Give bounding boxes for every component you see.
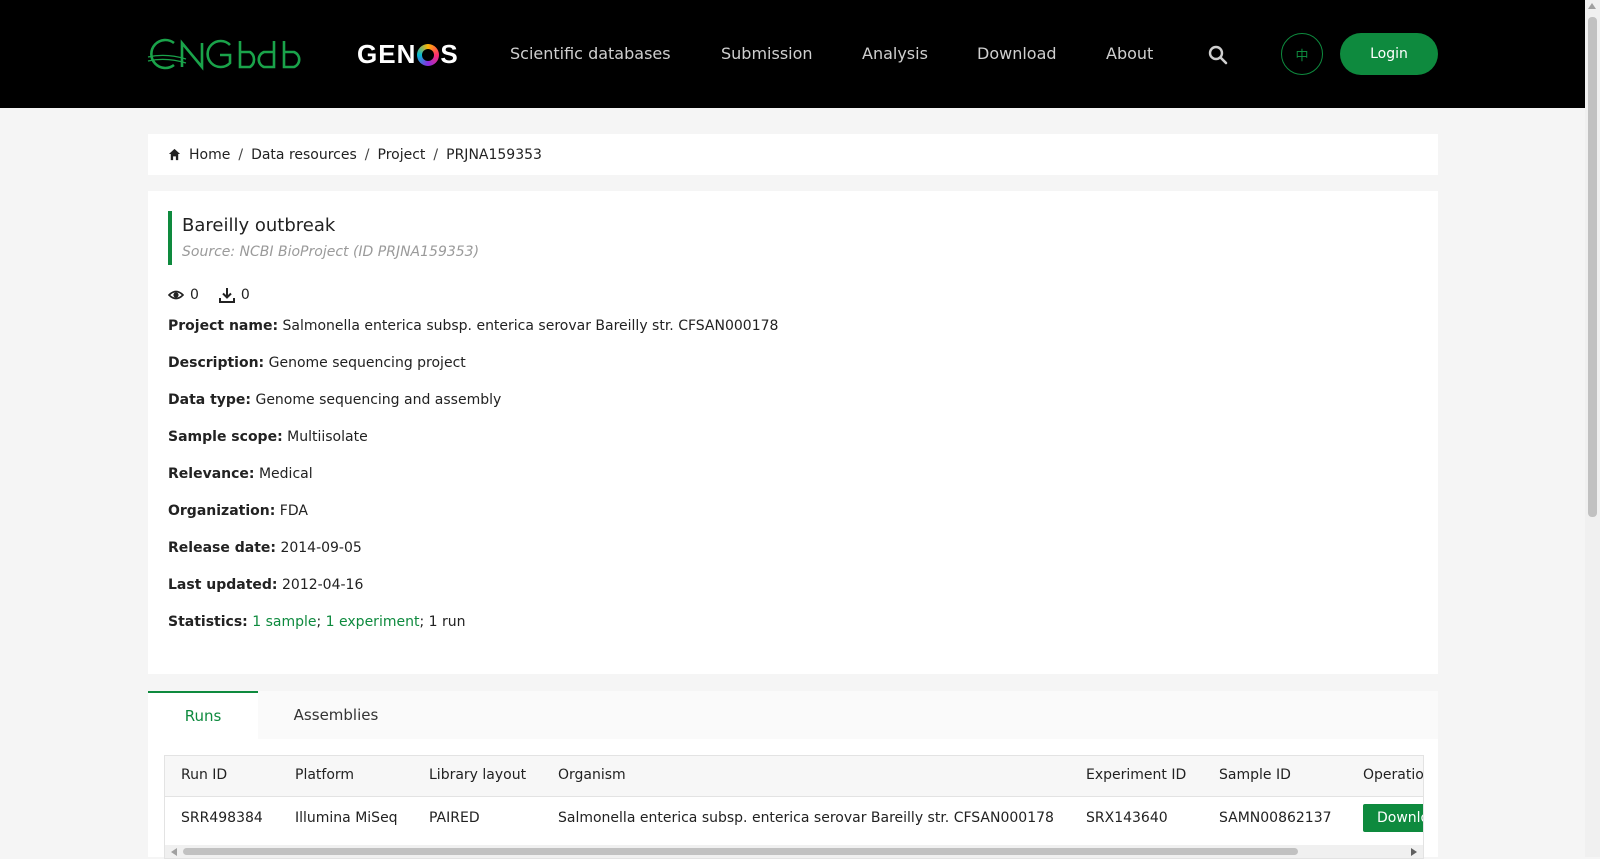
field-value: Medical: [258, 466, 313, 482]
platform-cell: Illumina MiSeq: [295, 810, 398, 826]
experiment-count-link[interactable]: 1 experiment: [326, 614, 420, 630]
col-organism[interactable]: Organism: [558, 767, 626, 783]
horizontal-scrollbar-thumb[interactable]: [183, 848, 1298, 855]
download-run-button[interactable]: Download: [1363, 804, 1423, 832]
scroll-left-arrow-icon[interactable]: [171, 848, 177, 856]
download-icon: [218, 288, 235, 303]
field-value: 2012-04-16: [282, 577, 364, 593]
scrollbar-thumb[interactable]: [1588, 17, 1597, 517]
field-organization: Organization: FDA: [168, 503, 308, 519]
col-run-id[interactable]: Run ID: [181, 767, 227, 783]
col-operation[interactable]: Operation: [1363, 767, 1423, 783]
field-label: Sample scope:: [168, 429, 283, 445]
field-label: Data type:: [168, 392, 252, 408]
col-sample-id[interactable]: Sample ID: [1219, 767, 1291, 783]
tab-assemblies[interactable]: Assemblies: [258, 691, 414, 739]
col-experiment-id[interactable]: Experiment ID: [1086, 767, 1186, 783]
genos-logo-text-left: GEN: [357, 38, 417, 69]
layout-cell: PAIRED: [429, 810, 480, 826]
sample-count-link[interactable]: 1 sample: [252, 614, 316, 630]
field-project-name: Project name: Salmonella enterica subsp.…: [168, 318, 778, 334]
field-label: Last updated:: [168, 577, 278, 593]
tab-runs[interactable]: Runs: [148, 691, 258, 739]
table-horizontal-scrollbar[interactable]: [165, 845, 1423, 858]
results-panel: Runs Assemblies Run ID Platform Library …: [148, 691, 1438, 859]
run-count: ; 1 run: [419, 614, 466, 630]
field-value: Salmonella enterica subsp. enterica sero…: [282, 318, 779, 334]
breadcrumb-data-resources[interactable]: Data resources: [251, 147, 357, 163]
nav-about[interactable]: About: [1106, 44, 1153, 63]
nav-analysis[interactable]: Analysis: [862, 44, 928, 63]
home-icon: [168, 148, 181, 161]
field-sample-scope: Sample scope: Multiisolate: [168, 429, 368, 445]
login-button[interactable]: Login: [1340, 33, 1438, 75]
field-data-type: Data type: Genome sequencing and assembl…: [168, 392, 501, 408]
scroll-up-arrow-icon[interactable]: [1588, 3, 1596, 9]
field-last-updated: Last updated: 2012-04-16: [168, 577, 363, 593]
field-label: Organization:: [168, 503, 276, 519]
separator: ;: [316, 614, 322, 630]
view-count-value: 0: [190, 287, 199, 303]
genos-logo-text-right: S: [440, 38, 459, 69]
counters: 0 0: [168, 287, 270, 303]
breadcrumb: Home / Data resources / Project / PRJNA1…: [148, 134, 1438, 175]
field-value: FDA: [279, 503, 308, 519]
field-release-date: Release date: 2014-09-05: [168, 540, 362, 556]
project-detail-card: Bareilly outbreak Source: NCBI BioProjec…: [148, 191, 1438, 674]
nav-submission[interactable]: Submission: [721, 44, 813, 63]
breadcrumb-separator: /: [433, 146, 439, 163]
breadcrumb-home[interactable]: Home: [189, 147, 230, 163]
field-value: 2014-09-05: [280, 540, 362, 556]
run-id-link[interactable]: SRR498384: [181, 810, 263, 826]
language-toggle-button[interactable]: 中: [1281, 33, 1323, 75]
genos-logo[interactable]: GEN S: [357, 36, 459, 72]
field-value: Genome sequencing project: [268, 355, 466, 371]
field-relevance: Relevance: Medical: [168, 466, 313, 482]
sample-id-link[interactable]: SAMN00862137: [1219, 810, 1332, 826]
breadcrumb-separator: /: [238, 146, 244, 163]
table-header: Run ID Platform Library layout Organism …: [165, 756, 1423, 797]
breadcrumb-current: PRJNA159353: [446, 146, 542, 163]
top-navbar: GEN S Scientific databases Submission Ana…: [0, 0, 1585, 108]
field-value: Genome sequencing and assembly: [255, 392, 502, 408]
field-value: Multiisolate: [287, 429, 368, 445]
project-source: Source: NCBI BioProject (ID PRJNA159353): [182, 244, 480, 260]
col-platform[interactable]: Platform: [295, 767, 354, 783]
title-block: Bareilly outbreak Source: NCBI BioProjec…: [168, 211, 479, 265]
download-run-label: Download: [1377, 810, 1423, 826]
field-description: Description: Genome sequencing project: [168, 355, 466, 371]
eye-icon: [168, 290, 184, 300]
tab-bar: Runs Assemblies: [148, 691, 1438, 739]
download-count: 0: [218, 287, 250, 303]
breadcrumb-project[interactable]: Project: [378, 147, 426, 163]
cngbdb-logo[interactable]: [146, 35, 306, 73]
nav-download[interactable]: Download: [977, 44, 1057, 63]
breadcrumb-separator: /: [364, 146, 370, 163]
page-scrollbar[interactable]: [1585, 0, 1600, 857]
nav-scientific-databases[interactable]: Scientific databases: [510, 44, 671, 63]
field-label: Project name:: [168, 318, 279, 334]
project-title: Bareilly outbreak: [182, 215, 336, 236]
field-label: Description:: [168, 355, 265, 371]
genos-o-icon: [417, 44, 440, 66]
field-label: Statistics:: [168, 614, 248, 630]
field-label: Relevance:: [168, 466, 255, 482]
field-statistics: Statistics: 1 sample; 1 experiment; 1 ru…: [168, 614, 465, 630]
download-count-value: 0: [240, 287, 250, 303]
organism-link[interactable]: Salmonella enterica subsp. enterica sero…: [558, 810, 1054, 826]
experiment-id-link[interactable]: SRX143640: [1086, 810, 1168, 826]
runs-table: Run ID Platform Library layout Organism …: [164, 755, 1424, 859]
view-count: 0: [168, 287, 199, 303]
search-icon[interactable]: [1208, 45, 1228, 65]
col-library-layout[interactable]: Library layout: [429, 767, 526, 783]
field-label: Release date:: [168, 540, 276, 556]
scroll-right-arrow-icon[interactable]: [1411, 848, 1417, 856]
